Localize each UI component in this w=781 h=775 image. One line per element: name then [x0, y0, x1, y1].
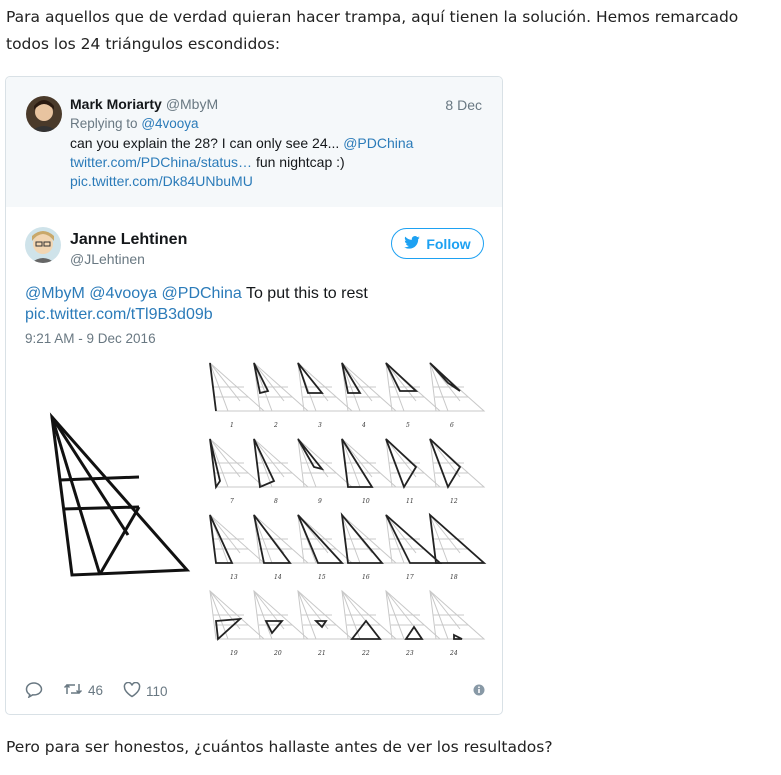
figure-number: 3 — [318, 422, 322, 429]
retweet-icon — [63, 682, 83, 699]
figure-number: 5 — [406, 422, 410, 429]
figure-outline — [253, 589, 310, 640]
figure-outline — [253, 437, 310, 488]
figure-number: 24 — [449, 650, 458, 657]
quoted-tweet-text: can you explain the 28? I can only see 2… — [70, 134, 470, 191]
figure-number: 22 — [361, 650, 370, 657]
solution-figure-16: 16 — [340, 512, 398, 581]
main-triangle-figure — [49, 412, 191, 577]
solution-figure-14: 14 — [253, 513, 310, 581]
figure-number: 9 — [318, 498, 322, 505]
figure-number: 8 — [274, 498, 278, 505]
tweet-media[interactable]: 1 2 3 4 5 6 7 8 9 10 11 12 13 14 15 16 17 18 19 20 21 22 23 24 — [6, 355, 502, 673]
solution-figure-21: 21 — [297, 589, 354, 657]
solution-figure-23: 23 — [385, 589, 442, 657]
retweet-button[interactable]: 46 — [63, 682, 103, 699]
quoted-author-handle[interactable]: @MbyM — [166, 96, 218, 112]
article-intro: Para aquellos que de verdad quieran hace… — [6, 8, 739, 53]
solution-figure-12: 12 — [429, 437, 486, 505]
follow-button[interactable]: Follow — [391, 228, 484, 259]
retweet-count: 46 — [88, 683, 104, 698]
tweet-text: @MbyM @4vooya @PDChina To put this to re… — [25, 283, 485, 325]
follow-label: Follow — [426, 235, 471, 252]
tweet-body: To put this to rest — [245, 285, 368, 302]
embedded-tweet-card: Mark Moriarty @MbyM 8 Dec Replying to @4v… — [5, 76, 503, 715]
figure-outline — [341, 513, 398, 564]
solution-figure-24: 24 — [429, 589, 486, 657]
info-icon[interactable] — [473, 684, 485, 699]
solution-figure-11: 11 — [385, 437, 442, 505]
figure-outline — [297, 513, 354, 564]
figure-outline — [385, 589, 442, 640]
author-handle[interactable]: @JLehtinen — [70, 251, 145, 267]
quoted-text-2: fun nightcap :) — [255, 154, 345, 170]
reply-button[interactable] — [25, 682, 43, 701]
like-button[interactable]: 110 — [123, 681, 168, 701]
solution-figure-5: 5 — [385, 361, 442, 429]
figure-number: 17 — [406, 574, 414, 581]
solution-figure-22: 22 — [341, 589, 398, 657]
figure-number: 7 — [230, 498, 234, 505]
figure-number: 16 — [362, 574, 370, 581]
reply-icon — [25, 682, 43, 701]
solution-figure-10: 10 — [341, 437, 398, 505]
figure-number: 10 — [362, 498, 370, 505]
figure-outline — [341, 361, 398, 412]
avatar[interactable] — [26, 96, 62, 132]
quoted-author[interactable]: Mark Moriarty @MbyM — [70, 96, 218, 112]
figure-number: 2 — [273, 422, 278, 429]
solution-figure-20: 20 — [253, 589, 310, 657]
highlighted-triangle — [264, 620, 284, 635]
highlighted-triangle — [404, 625, 424, 640]
solution-grid: 1 2 3 4 5 67 8 9 10 11 1213 14 15 16 17 1819 20 21 22 23 24 — [209, 361, 487, 657]
replying-to-link[interactable]: @4vooya — [141, 116, 198, 131]
figure-number: 20 — [273, 650, 282, 657]
figure-number: 6 — [450, 422, 454, 429]
tweet-mentions[interactable]: @MbyM @4vooya @PDChina — [25, 285, 242, 302]
replying-prefix: Replying to — [70, 116, 138, 131]
figure-number: 14 — [274, 574, 282, 581]
figure-outline — [297, 437, 354, 488]
figure-number: 1 — [230, 422, 234, 429]
twitter-bird-icon — [404, 235, 421, 252]
solution-figure-4: 4 — [341, 361, 398, 429]
figure-number: 21 — [317, 650, 326, 657]
like-count: 110 — [146, 684, 168, 699]
tweet-actions: 46 110 — [25, 681, 485, 702]
quoted-date[interactable]: 8 Dec — [445, 97, 482, 113]
figure-number: 11 — [406, 498, 414, 505]
figure-number: 23 — [405, 650, 414, 657]
solution-figure-18: 18 — [428, 512, 487, 581]
quoted-author-name[interactable]: Mark Moriarty — [70, 96, 162, 112]
figure-number: 4 — [361, 422, 366, 429]
quoted-mention-link[interactable]: @PDChina — [343, 135, 413, 151]
quoted-pic-link[interactable]: pic.twitter.com/Dk84UNbuMU — [70, 172, 470, 191]
heart-icon — [123, 681, 141, 701]
avatar[interactable] — [25, 227, 61, 263]
tweet-timestamp[interactable]: 9:21 AM - 9 Dec 2016 — [25, 331, 156, 346]
figure-number: 18 — [450, 574, 458, 581]
solution-figure-8: 8 — [253, 437, 310, 505]
figure-outline — [341, 589, 398, 640]
solution-figure-2: 2 — [253, 361, 310, 429]
article-outro: Pero para ser honestos, ¿cuántos hallast… — [6, 738, 553, 756]
figure-number: 19 — [230, 650, 238, 657]
quoted-status-link[interactable]: twitter.com/PDChina/status… — [70, 154, 252, 170]
solution-figure-6: 6 — [429, 361, 486, 429]
figure-outline — [297, 589, 354, 640]
highlighted-triangle — [215, 617, 243, 641]
figure-number: 13 — [230, 574, 238, 581]
tweet-pic-link[interactable]: pic.twitter.com/tTl9B3d09b — [25, 304, 485, 325]
quoted-tweet[interactable]: Mark Moriarty @MbyM 8 Dec Replying to @4v… — [6, 77, 502, 207]
figure-number: 12 — [450, 498, 458, 505]
highlighted-triangle — [453, 633, 463, 640]
figure-outline — [429, 589, 486, 640]
quoted-text-1: can you explain the 28? I can only see 2… — [70, 135, 340, 151]
figure-number: 15 — [318, 574, 326, 581]
replying-to: Replying to @4vooya — [70, 116, 199, 131]
highlighted-triangle — [313, 620, 328, 629]
solution-figure-19: 19 — [209, 589, 266, 657]
author-name[interactable]: Janne Lehtinen — [70, 231, 187, 249]
figure-outline — [209, 437, 266, 488]
